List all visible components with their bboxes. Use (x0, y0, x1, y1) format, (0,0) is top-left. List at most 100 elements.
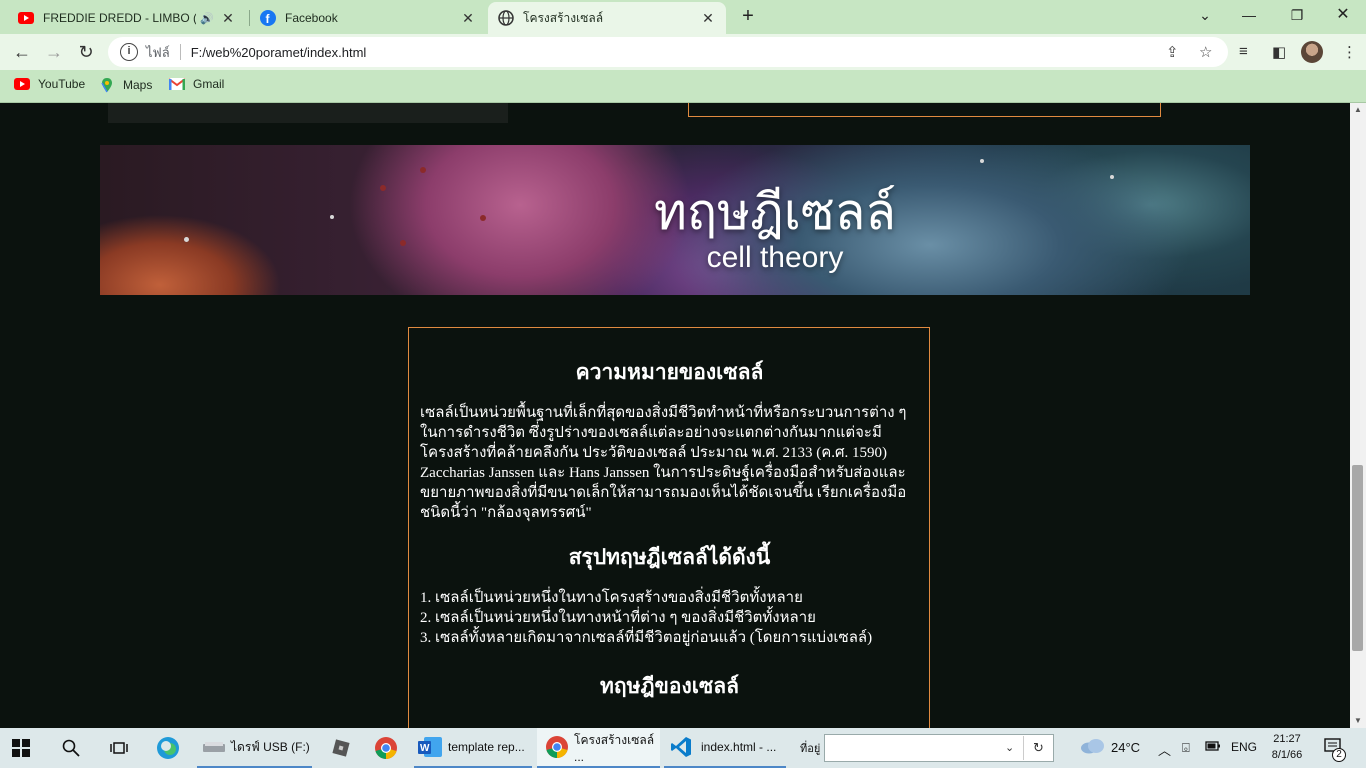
tab-search-icon[interactable]: ⌄ (1193, 4, 1217, 28)
taskbar-app-label: โครงสร้างเซลล์ ... (574, 732, 655, 764)
taskbar-chrome[interactable] (374, 728, 398, 768)
divider (179, 44, 181, 60)
system-clock[interactable]: 21:27 8/1/66 (1262, 731, 1312, 763)
taskbar-roblox[interactable] (330, 728, 352, 768)
camera-icon[interactable]: ⌻ (1182, 740, 1190, 756)
windows-taskbar: ไดรฟ์ USB (F:) W template rep... โครงสร้… (0, 728, 1366, 768)
youtube-icon (18, 10, 34, 26)
new-tab-button[interactable]: + (736, 5, 760, 29)
scroll-thumb[interactable] (1352, 465, 1363, 651)
scroll-up-arrow[interactable]: ▲ (1350, 103, 1366, 117)
close-window-button[interactable]: ✕ (1331, 4, 1355, 28)
gmail-icon (169, 78, 185, 90)
bookmarks-bar: YouTube Maps Gmail (0, 70, 1366, 103)
taskbar-edge[interactable] (156, 728, 180, 768)
tab-strip: FREDDIE DREDD - LIMBO (G 🔊 ✕ f Facebook … (0, 0, 1366, 34)
taskbar-file-explorer[interactable]: ไดรฟ์ USB (F:) (197, 728, 312, 768)
minimize-button[interactable]: — (1237, 4, 1261, 28)
taskbar-app-label: ไดรฟ์ USB (F:) (231, 739, 310, 754)
restore-button[interactable]: ❐ (1285, 4, 1309, 28)
taskbar-app-label: index.html - ... (701, 740, 777, 754)
battery-icon[interactable] (1205, 740, 1221, 755)
roblox-icon (330, 737, 352, 759)
taskbar-app-label: template rep... (448, 740, 525, 754)
bookmark-label: YouTube (38, 77, 86, 91)
weather-widget[interactable] (1080, 738, 1106, 757)
start-button[interactable] (12, 728, 30, 768)
refresh-icon[interactable]: ↻ (1033, 740, 1044, 756)
menu-icon[interactable]: ⋮ (1342, 43, 1357, 61)
globe-icon (498, 10, 514, 26)
tab-label: Facebook (285, 11, 338, 25)
section-heading-theory: ทฤษฎีของเซลล์ (600, 674, 739, 698)
back-button[interactable]: ← (10, 40, 34, 64)
close-icon[interactable]: ✕ (700, 10, 716, 27)
forward-button[interactable]: → (42, 40, 66, 64)
top-bordered-panel (688, 103, 1161, 117)
chevron-down-icon[interactable]: ⌄ (1005, 741, 1014, 754)
chevron-up-icon[interactable]: ︿ (1158, 740, 1171, 759)
bookmark-label: Gmail (193, 77, 225, 91)
chrome-icon (545, 735, 569, 759)
bookmark-youtube[interactable]: YouTube (14, 77, 85, 91)
list-item: 1. เซลล์เป็นหน่วยหนึ่งในทางโครงสร้างของส… (420, 590, 803, 606)
url-text[interactable]: F:/web%20poramet/index.html (191, 45, 367, 60)
chrome-icon (374, 736, 398, 760)
bookmark-label: Maps (123, 78, 153, 92)
banner-speck (980, 159, 984, 163)
close-icon[interactable]: ✕ (220, 10, 236, 27)
top-dark-panel (108, 103, 508, 123)
banner-subtitle: cell theory (706, 241, 844, 274)
bookmark-star-icon[interactable]: ☆ (1199, 43, 1212, 61)
clock-date: 8/1/66 (1271, 749, 1303, 761)
info-icon[interactable]: i (120, 43, 138, 61)
bookmark-gmail[interactable]: Gmail (169, 77, 224, 91)
speaker-icon[interactable]: 🔊 (200, 12, 214, 25)
list-item: 3. เซลล์ทั้งหลายเกิดมาจากเซลล์ที่มีชีวิต… (420, 630, 873, 646)
taskbar-chrome-window[interactable]: โครงสร้างเซลล์ ... (537, 728, 660, 768)
windows-icon (12, 739, 30, 757)
cloud-icon (1080, 739, 1106, 757)
taskbar-address-input[interactable]: ⌄ ↻ (824, 734, 1054, 762)
divider (1023, 736, 1024, 760)
maps-icon (99, 77, 115, 93)
taskbar-word[interactable]: W template rep... (414, 728, 532, 768)
youtube-icon (14, 78, 30, 90)
address-toolbar-label: ที่อยู่ (800, 743, 821, 755)
task-view-button[interactable] (110, 728, 128, 768)
tab-cell-structure[interactable]: โครงสร้างเซลล์ ✕ (488, 2, 726, 34)
tab-label: โครงสร้างเซลล์ (523, 10, 604, 25)
weather-temp[interactable]: 24°C (1111, 740, 1140, 755)
vscode-icon (670, 736, 692, 758)
facebook-icon: f (260, 10, 276, 26)
profile-avatar[interactable] (1301, 41, 1323, 63)
reload-button[interactable]: ↻ (74, 40, 98, 64)
share-icon[interactable]: ⇪ (1166, 43, 1179, 61)
tab-youtube[interactable]: FREDDIE DREDD - LIMBO (G 🔊 ✕ (8, 2, 246, 34)
svg-text:W: W (420, 743, 430, 754)
scheme-label: ไฟล์ (146, 44, 170, 60)
bookmark-maps[interactable]: Maps (99, 77, 152, 93)
scroll-down-arrow[interactable]: ▼ (1350, 714, 1366, 728)
usb-drive-icon (203, 740, 225, 754)
section-heading-meaning: ความหมายของเซลล์ (575, 360, 764, 384)
side-panel-icon[interactable]: ◧ (1272, 43, 1286, 61)
word-icon: W (418, 736, 442, 758)
close-icon[interactable]: ✕ (460, 10, 476, 27)
clock-time: 21:27 (1273, 733, 1301, 745)
summary-list: 1. เซลล์เป็นหน่วยหนึ่งในทางโครงสร้างของส… (420, 588, 919, 648)
list-item: 2. เซลล์เป็นหน่วยหนึ่งในทางหน้าที่ต่าง ๆ… (420, 610, 816, 626)
notification-badge: 2 (1332, 748, 1346, 762)
language-indicator[interactable]: ENG (1231, 740, 1257, 754)
edge-icon (156, 736, 180, 760)
address-bar[interactable]: i ไฟล์ F:/web%20poramet/index.html ⇪ ☆ (108, 37, 1228, 67)
tab-facebook[interactable]: f Facebook ✕ (250, 2, 486, 34)
media-queue-icon[interactable]: ≡ (1239, 43, 1248, 60)
page-viewport: ทฤษฎีเซลล์ cell theory ความหมายของเซลล์ … (0, 103, 1350, 728)
browser-toolbar: ← → ↻ i ไฟล์ F:/web%20poramet/index.html… (0, 34, 1366, 70)
search-button[interactable] (62, 728, 80, 768)
cell-theory-banner: ทฤษฎีเซลล์ cell theory (100, 145, 1250, 295)
vertical-scrollbar[interactable]: ▲ ▼ (1350, 103, 1366, 728)
taskbar-vscode[interactable]: index.html - ... (664, 728, 786, 768)
content-panel: ความหมายของเซลล์ เซลล์เป็นหน่วยพื้นฐานที… (408, 327, 930, 728)
